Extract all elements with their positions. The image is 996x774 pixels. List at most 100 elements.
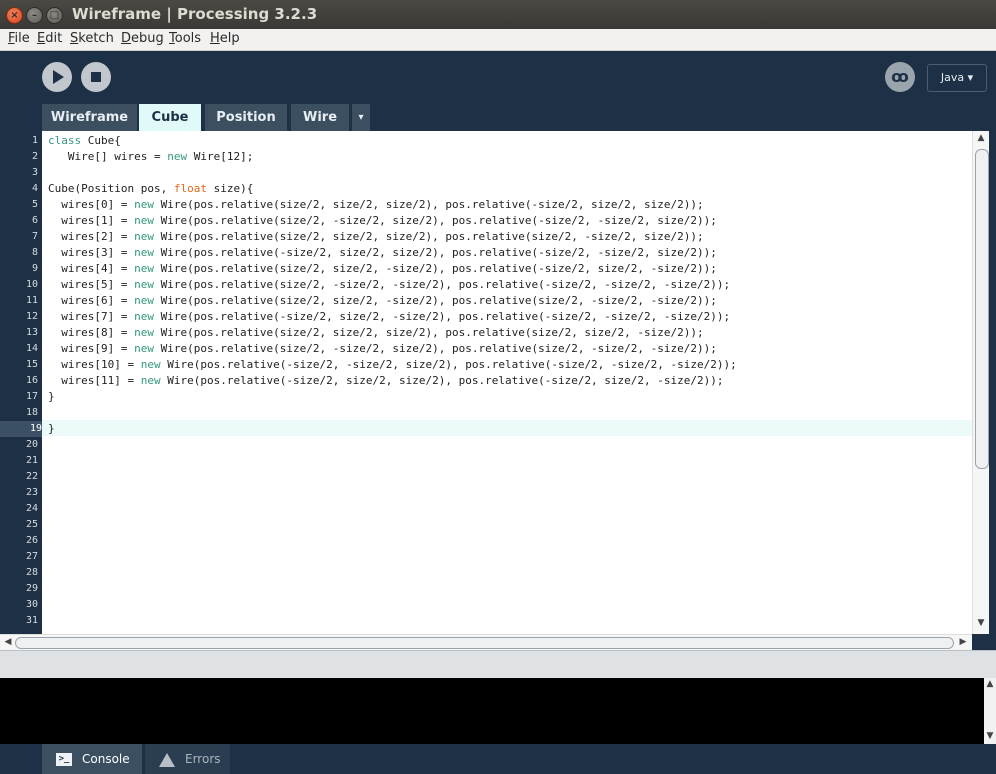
line-number: 13 [25, 327, 38, 338]
sketch-tab-bar: Wireframe Cube Position Wire ▾ [0, 103, 996, 131]
debugger-button[interactable]: ꝏ [885, 62, 915, 92]
line-number: 20 [25, 439, 38, 450]
line-number: 10 [25, 279, 38, 290]
menu-bar: File Edit Sketch Debug Tools Help [0, 29, 996, 51]
code-line: wires[1] = new Wire(pos.relative(size/2,… [48, 214, 717, 227]
code-line: Wire[] wires = new Wire[12]; [48, 150, 254, 163]
editor-horizontal-scrollbar[interactable]: ◀ ▶ [0, 634, 972, 650]
line-number: 28 [25, 567, 38, 578]
stop-button[interactable] [81, 62, 111, 92]
warning-icon [159, 752, 175, 767]
line-number: 30 [25, 599, 38, 610]
scroll-up-arrow-icon[interactable]: ▲ [973, 133, 989, 143]
line-number: 12 [25, 311, 38, 322]
menu-tools[interactable]: Tools [169, 31, 201, 46]
editor-vertical-scrollbar[interactable]: ▲ ▼ [972, 131, 989, 634]
line-number: 26 [25, 535, 38, 546]
window-title: Wireframe | Processing 3.2.3 [72, 5, 318, 23]
scroll-left-arrow-icon[interactable]: ◀ [0, 637, 16, 647]
code-line: wires[8] = new Wire(pos.relative(size/2,… [48, 326, 704, 339]
maximize-window-button[interactable]: □ [46, 7, 63, 24]
scroll-right-arrow-icon[interactable]: ▶ [955, 637, 971, 647]
code-editor[interactable]: class Cube{ Wire[] wires = new Wire[12];… [42, 131, 972, 634]
line-number: 16 [25, 375, 38, 386]
console-scroll-down-icon[interactable]: ▼ [982, 731, 996, 741]
console-tab-label: Console [82, 752, 130, 766]
maximize-icon: □ [49, 10, 60, 21]
line-number: 31 [25, 615, 38, 626]
line-number: 19 [0, 421, 42, 437]
bug-icon: ꝏ [891, 67, 909, 86]
code-line: wires[9] = new Wire(pos.relative(size/2,… [48, 342, 717, 355]
console-icon: >_ [56, 753, 72, 766]
code-line: wires[3] = new Wire(pos.relative(-size/2… [48, 246, 717, 259]
code-line: wires[4] = new Wire(pos.relative(size/2,… [48, 262, 717, 275]
bottom-tab-bar: >_ Console Errors [0, 744, 996, 774]
line-number: 23 [25, 487, 38, 498]
line-number: 5 [31, 199, 38, 210]
line-number: 17 [25, 391, 38, 402]
line-number: 9 [31, 263, 38, 274]
tab-errors[interactable]: Errors [145, 744, 230, 774]
console-scrollbar[interactable]: ▲ ▼ [984, 678, 996, 744]
horizontal-scroll-thumb[interactable] [15, 637, 954, 649]
code-line: wires[10] = new Wire(pos.relative(-size/… [48, 358, 737, 371]
tab-console[interactable]: >_ Console [42, 744, 142, 774]
line-number: 7 [31, 231, 38, 242]
code-line: wires[11] = new Wire(pos.relative(-size/… [48, 374, 724, 387]
close-window-button[interactable]: × [6, 7, 23, 24]
minimize-icon: – [32, 10, 37, 21]
line-number: 2 [31, 151, 38, 162]
line-number: 4 [31, 183, 38, 194]
code-line: } [48, 422, 55, 435]
line-number: 6 [31, 215, 38, 226]
toolbar: ꝏ Java ▾ [0, 51, 996, 103]
code-line: wires[0] = new Wire(pos.relative(size/2,… [48, 198, 704, 211]
status-bar[interactable] [0, 650, 996, 679]
tab-menu-button[interactable]: ▾ [352, 104, 370, 131]
menu-sketch[interactable]: Sketch [70, 31, 114, 46]
code-line: Cube(Position pos, float size){ [48, 182, 254, 195]
tab-position[interactable]: Position [205, 104, 287, 131]
code-line: wires[2] = new Wire(pos.relative(size/2,… [48, 230, 704, 243]
errors-tab-label: Errors [185, 752, 221, 766]
menu-help[interactable]: Help [210, 31, 240, 46]
console-output[interactable] [0, 678, 984, 744]
minimize-window-button[interactable]: – [26, 7, 43, 24]
scroll-down-arrow-icon[interactable]: ▼ [973, 618, 989, 628]
tab-wire[interactable]: Wire [291, 104, 349, 131]
stop-icon [91, 72, 101, 82]
code-line: wires[6] = new Wire(pos.relative(size/2,… [48, 294, 717, 307]
menu-debug[interactable]: Debug [121, 31, 164, 46]
window-titlebar: × – □ Wireframe | Processing 3.2.3 [0, 0, 996, 29]
line-number: 18 [25, 407, 38, 418]
code-line: wires[5] = new Wire(pos.relative(size/2,… [48, 278, 731, 291]
menu-edit[interactable]: Edit [37, 31, 62, 46]
code-line: } [48, 390, 55, 403]
current-line-highlight [42, 420, 972, 436]
menu-file[interactable]: File [8, 31, 30, 46]
line-number: 15 [25, 359, 38, 370]
play-icon [53, 70, 64, 84]
line-number: 21 [25, 455, 38, 466]
mode-selector[interactable]: Java ▾ [927, 64, 987, 92]
console-scroll-up-icon[interactable]: ▲ [982, 679, 996, 689]
vertical-scroll-thumb[interactable] [975, 149, 989, 469]
code-line: class Cube{ [48, 134, 121, 147]
line-number: 29 [25, 583, 38, 594]
line-number: 3 [31, 167, 38, 178]
tab-wireframe[interactable]: Wireframe [42, 104, 137, 131]
line-number: 14 [25, 343, 38, 354]
line-number: 24 [25, 503, 38, 514]
code-line: wires[7] = new Wire(pos.relative(-size/2… [48, 310, 731, 323]
line-number: 25 [25, 519, 38, 530]
line-number-gutter: 1 2 3 4 5 6 7 8 9 10 11 12 13 14 15 16 17 18 19 20 21 22 23 24 2… [0, 131, 42, 634]
line-number: 11 [25, 295, 38, 306]
run-button[interactable] [42, 62, 72, 92]
tab-cube[interactable]: Cube [139, 104, 201, 131]
line-number: 27 [25, 551, 38, 562]
close-icon: × [10, 10, 19, 21]
line-number: 1 [31, 135, 38, 146]
line-number: 8 [31, 247, 38, 258]
line-number: 22 [25, 471, 38, 482]
